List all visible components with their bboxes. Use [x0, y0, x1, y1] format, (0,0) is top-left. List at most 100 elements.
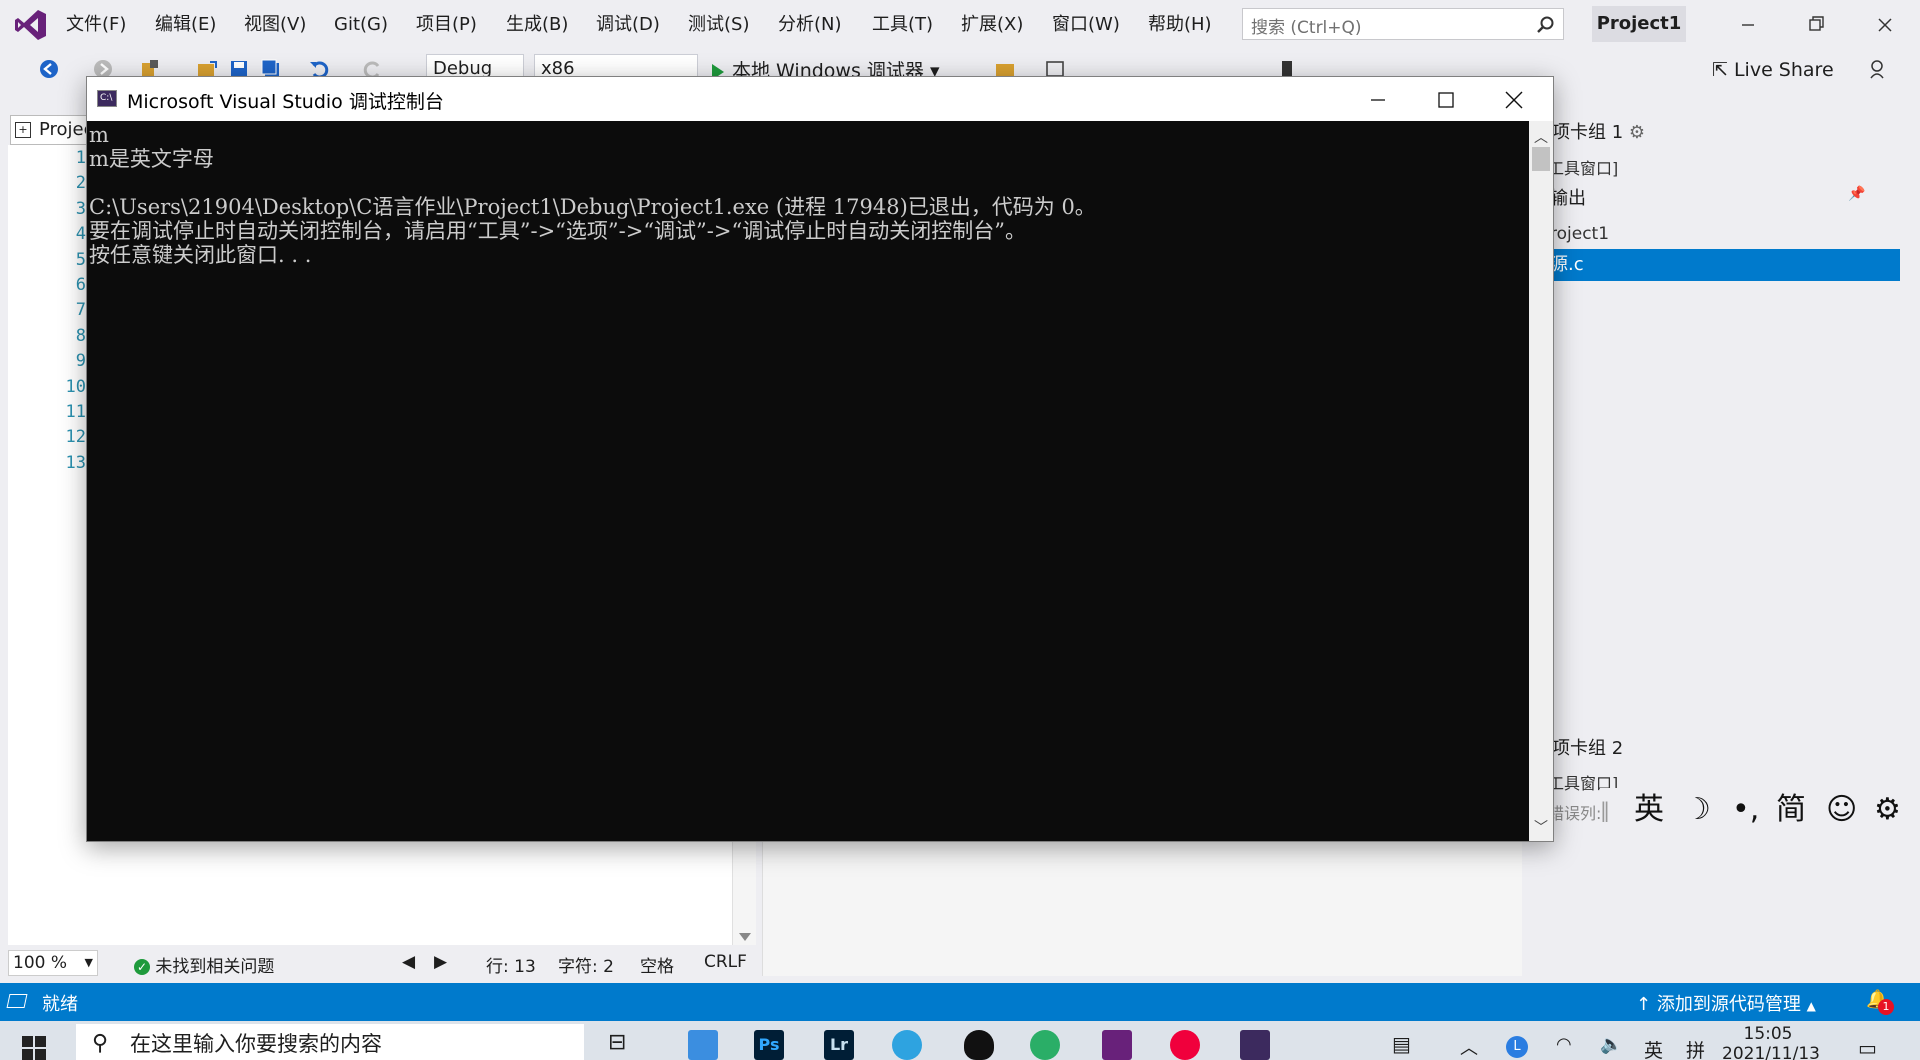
- ime-language-toggle[interactable]: 英: [1634, 792, 1664, 828]
- console-line: m是英文字母: [89, 147, 214, 171]
- visual-studio-taskbar-icon[interactable]: [1102, 1030, 1132, 1060]
- restore-icon[interactable]: [1799, 10, 1833, 40]
- menu-extensions[interactable]: 扩展(X): [961, 13, 1023, 37]
- action-center-icon[interactable]: ▭: [1858, 1036, 1877, 1060]
- edge-icon[interactable]: [892, 1030, 922, 1060]
- source-file-label: 源.c: [1550, 254, 1584, 275]
- taskbar-search-input[interactable]: ⚲ 在这里输入你要搜索的内容: [76, 1024, 584, 1060]
- debug-console-window: C:\ Microsoft Visual Studio 调试控制台 m m是英文字…: [86, 76, 1554, 842]
- output-label[interactable]: 输出: [1550, 184, 1586, 210]
- issues-label: 未找到相关问题: [155, 957, 275, 977]
- console-maximize-icon[interactable]: [1435, 89, 1457, 111]
- zoom-select[interactable]: 100 % ▼: [8, 950, 98, 976]
- wechat-icon[interactable]: [1030, 1030, 1060, 1060]
- menu-edit[interactable]: 编辑(E): [155, 13, 216, 37]
- console-scrollbar[interactable]: ︿ ﹀: [1529, 121, 1553, 841]
- console-output[interactable]: m m是英文字母 C:\Users\21904\Desktop\C语言作业\Proj…: [87, 121, 1529, 841]
- line-number: 1: [75, 148, 86, 168]
- document-tab[interactable]: + Project1: [10, 115, 90, 145]
- line-number: 13: [65, 452, 86, 473]
- minimize-icon[interactable]: [1731, 10, 1765, 40]
- notification-badge: 1: [1878, 999, 1894, 1015]
- back-icon[interactable]: [38, 58, 60, 80]
- console-taskbar-icon[interactable]: [1240, 1030, 1270, 1060]
- qq-icon[interactable]: [964, 1030, 994, 1060]
- cpp-file-icon: +: [15, 122, 31, 138]
- console-app-icon: C:\: [97, 90, 117, 107]
- menu-analyze[interactable]: 分析(N): [778, 13, 842, 37]
- lightroom-icon[interactable]: Lr: [824, 1030, 854, 1060]
- wifi-icon[interactable]: ◠: [1556, 1034, 1572, 1055]
- ime-simplified-toggle[interactable]: 简: [1776, 792, 1806, 828]
- menu-window[interactable]: 窗口(W): [1052, 13, 1120, 37]
- search-input[interactable]: 搜索 (Ctrl+Q): [1242, 8, 1564, 40]
- line-number: 10: [65, 376, 86, 397]
- error-list-label[interactable]: 错误列:: [1548, 800, 1601, 824]
- document-tab-label: Project1: [39, 119, 89, 140]
- line-numbers: 1 2 3 4 5 6 7 8 9 10 11 12 13: [34, 148, 86, 478]
- tray-chevron-icon[interactable]: ︿: [1460, 1034, 1478, 1060]
- project-node[interactable]: roject1: [1550, 224, 1609, 244]
- windows-start-icon[interactable]: [22, 1036, 48, 1060]
- settings-gear-icon[interactable]: ⚙: [1874, 792, 1901, 828]
- console-titlebar[interactable]: C:\ Microsoft Visual Studio 调试控制台: [87, 77, 1553, 121]
- source-file-node[interactable]: 源.c: [1546, 249, 1900, 281]
- file-explorer-icon[interactable]: [688, 1030, 718, 1060]
- console-minimize-icon[interactable]: [1367, 89, 1389, 111]
- volume-icon[interactable]: 🔈: [1600, 1034, 1622, 1055]
- console-close-icon[interactable]: [1503, 89, 1525, 111]
- nav-prev-icon[interactable]: ◀: [402, 952, 415, 972]
- tray-clock[interactable]: 15:05 2021/11/13: [1722, 1024, 1820, 1060]
- notification-button[interactable]: 🔔 1: [1866, 989, 1894, 1015]
- clock-time: 15:05: [1743, 1024, 1793, 1044]
- clock-date: 2021/11/13: [1722, 1044, 1820, 1060]
- nav-next-icon[interactable]: ▶: [434, 952, 447, 972]
- line-number: 3: [75, 198, 86, 219]
- photoshop-icon[interactable]: Ps: [754, 1030, 784, 1060]
- console-line: 要在调试停止时自动关闭控制台，请启用“工具”->“选项”->“调试”->“调试停…: [89, 219, 1026, 243]
- live-share-button[interactable]: ⇱ Live Share: [1712, 59, 1834, 81]
- feedback-icon[interactable]: [1868, 58, 1890, 80]
- console-scroll-up-icon[interactable]: ︿: [1534, 127, 1548, 147]
- menu-help[interactable]: 帮助(H): [1148, 13, 1212, 37]
- task-view-icon[interactable]: ⊟: [608, 1030, 638, 1060]
- dropdown-icon: ▼: [84, 956, 93, 969]
- console-scroll-down-icon[interactable]: ﹀: [1534, 817, 1548, 837]
- taskbar-news-icon[interactable]: ▤: [1392, 1032, 1411, 1056]
- pin-icon[interactable]: 📌: [1848, 186, 1865, 202]
- punctuation-icon[interactable]: •,: [1732, 792, 1759, 828]
- menu-git[interactable]: Git(G): [334, 13, 388, 37]
- menu-project[interactable]: 项目(P): [416, 13, 477, 37]
- tray-app-icon[interactable]: L: [1506, 1036, 1528, 1058]
- tray-ime[interactable]: 拼: [1686, 1036, 1705, 1060]
- menu-test[interactable]: 测试(S): [688, 13, 749, 37]
- line-indicator[interactable]: 行: 13: [486, 952, 536, 977]
- tray-language[interactable]: 英: [1644, 1036, 1663, 1060]
- menu-tools[interactable]: 工具(T): [872, 13, 933, 37]
- menu-debug[interactable]: 调试(D): [596, 13, 660, 37]
- emoji-icon[interactable]: ☺: [1826, 792, 1857, 828]
- line-ending-indicator[interactable]: CRLF: [704, 952, 747, 972]
- status-bar: 就绪 ↑ 添加到源代码管理 ▲ 🔔 1: [0, 983, 1920, 1021]
- caret-up-icon: ▲: [1806, 999, 1816, 1013]
- char-indicator[interactable]: 字符: 2: [558, 952, 614, 977]
- menu-file[interactable]: 文件(F): [66, 13, 126, 37]
- source-control-button[interactable]: ↑ 添加到源代码管理 ▲: [1636, 990, 1816, 1016]
- moon-icon[interactable]: ☽: [1684, 792, 1711, 828]
- close-icon[interactable]: [1868, 10, 1902, 40]
- gear-icon[interactable]: ⚙: [1629, 122, 1645, 143]
- menu-view[interactable]: 视图(V): [244, 13, 306, 37]
- visual-studio-logo-icon: [15, 10, 46, 40]
- ime-grip-icon[interactable]: ‖: [1600, 792, 1610, 828]
- issues-indicator[interactable]: ✓ 未找到相关问题: [134, 952, 274, 977]
- scroll-down-icon[interactable]: [739, 933, 751, 941]
- menu-build[interactable]: 生成(B): [506, 13, 568, 37]
- line-number: 9: [75, 351, 86, 372]
- line-number: 6: [75, 274, 86, 295]
- console-scroll-thumb[interactable]: [1532, 147, 1550, 171]
- red-app-icon[interactable]: [1170, 1030, 1200, 1060]
- spaces-indicator[interactable]: 空格: [640, 952, 674, 977]
- menu-bar: 文件(F) 编辑(E) 视图(V) Git(G) 项目(P) 生成(B) 调试(…: [0, 0, 1920, 50]
- search-placeholder: 搜索 (Ctrl+Q): [1251, 18, 1362, 38]
